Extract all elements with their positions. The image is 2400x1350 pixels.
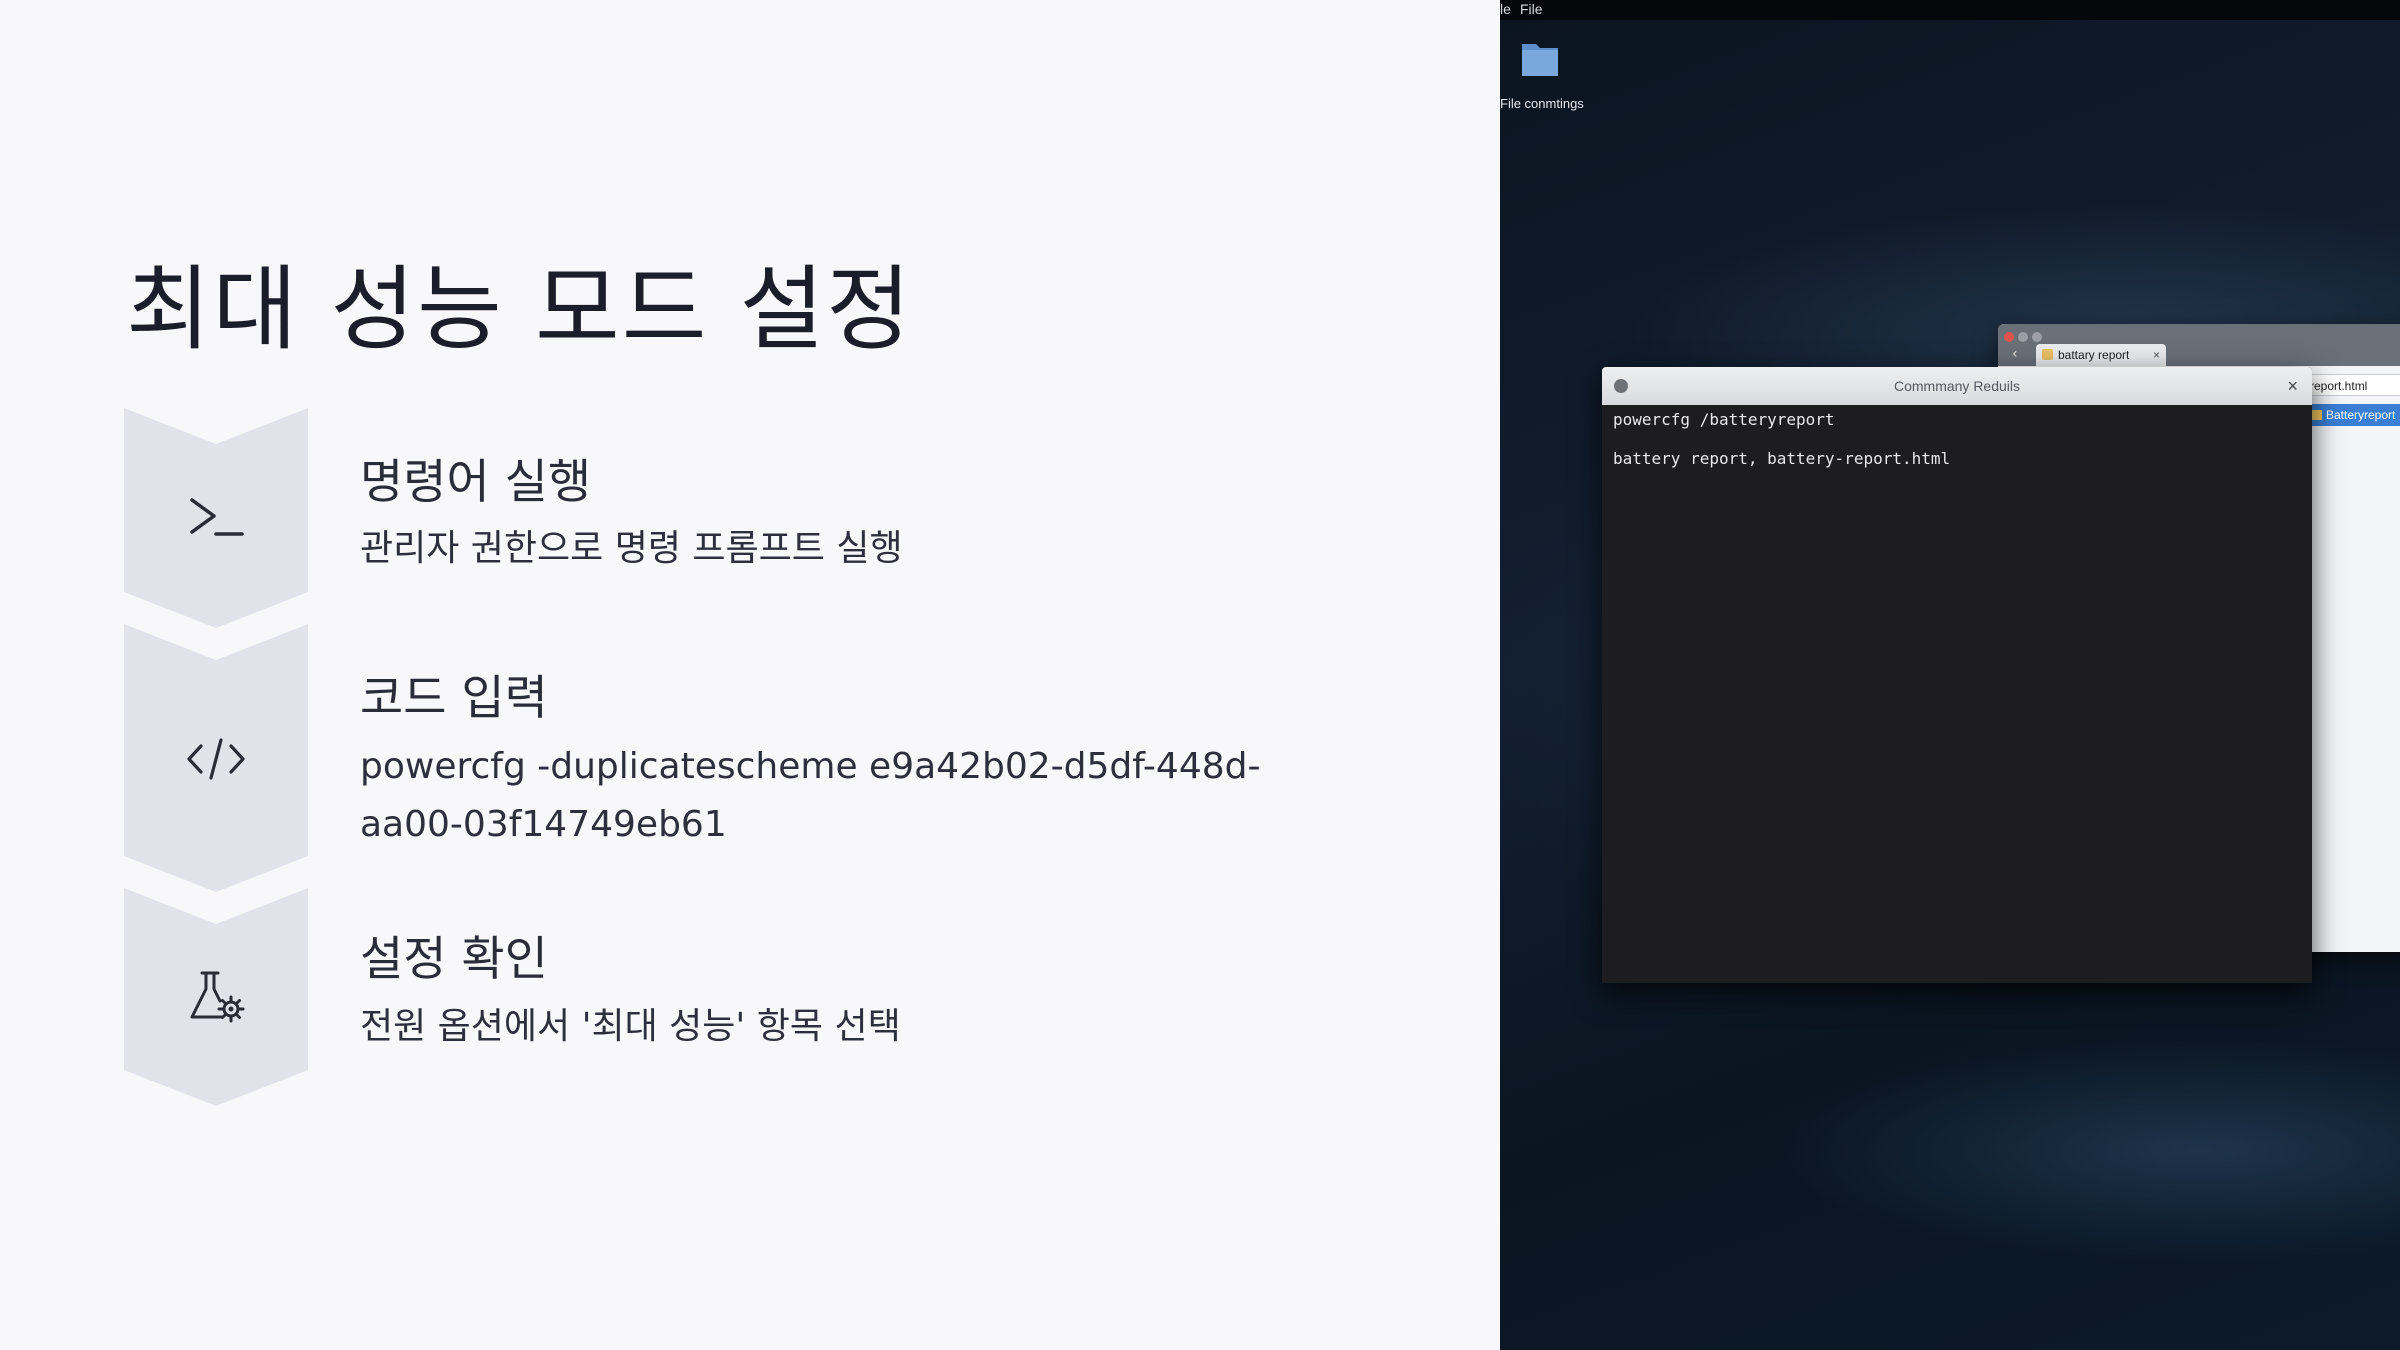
code-brackets-icon (124, 704, 308, 814)
close-icon[interactable]: × (2287, 367, 2298, 405)
window-title: Commmany Reduils (1893, 378, 2021, 394)
menu-item[interactable]: le (1500, 1, 1511, 17)
step-description: 관리자 권한으로 명령 프롬프트 실행 (360, 528, 903, 569)
step-heading: 코드 입력 (360, 671, 548, 726)
menu-bar: le File (1500, 0, 2400, 20)
desktop-screenshot: le File File conmtings ‹ battary report … (1500, 0, 2400, 1350)
flask-gear-icon (124, 942, 308, 1052)
menu-item-file[interactable]: File (1520, 1, 1543, 17)
slide-title: 최대 성능 모드 설정 (126, 256, 913, 363)
folder-icon[interactable] (1518, 36, 1562, 80)
terminal-line: powercfg /batteryreport (1613, 410, 1835, 429)
slide-panel: 최대 성능 모드 설정 명령어 실행 관리자 권한으로 명령 프롬프트 실행 코… (0, 0, 1500, 1350)
back-arrow-icon[interactable]: ‹ (2012, 346, 2018, 362)
step-description: powercfg -duplicatescheme e9a42b02-d5df-… (360, 746, 1261, 845)
folder-icon (2042, 349, 2053, 360)
step-description: 전원 옵션에서 '최대 성능' 항목 선택 (360, 1006, 901, 1047)
explorer-titlebar: ‹ battary report × (1998, 324, 2400, 366)
list-item-label: Batteryreport (2326, 408, 2396, 422)
terminal-titlebar: Commmany Reduils × (1602, 367, 2312, 405)
terminal-window[interactable]: Commmany Reduils × powercfg /batteryrepo… (1602, 367, 2312, 983)
terminal-line: battery report, battery-report.html (1613, 449, 1951, 468)
desktop-icon-label: File conmtings (1500, 96, 1584, 111)
address-field[interactable]: report.html (2303, 374, 2400, 396)
minimize-dot-icon[interactable] (2018, 332, 2028, 342)
explorer-tab[interactable]: battary report × (2036, 344, 2166, 366)
step-heading: 설정 확인 (360, 932, 548, 987)
close-icon[interactable]: × (2153, 344, 2160, 366)
list-item[interactable]: Batteryreport (2306, 404, 2400, 426)
tab-label: battary report (2058, 348, 2130, 362)
terminal-app-icon (1614, 379, 1628, 393)
step-heading: 명령어 실행 (360, 455, 592, 510)
maximize-dot-icon[interactable] (2032, 332, 2042, 342)
terminal-prompt-icon (124, 464, 308, 574)
close-dot-icon[interactable] (2004, 332, 2014, 342)
